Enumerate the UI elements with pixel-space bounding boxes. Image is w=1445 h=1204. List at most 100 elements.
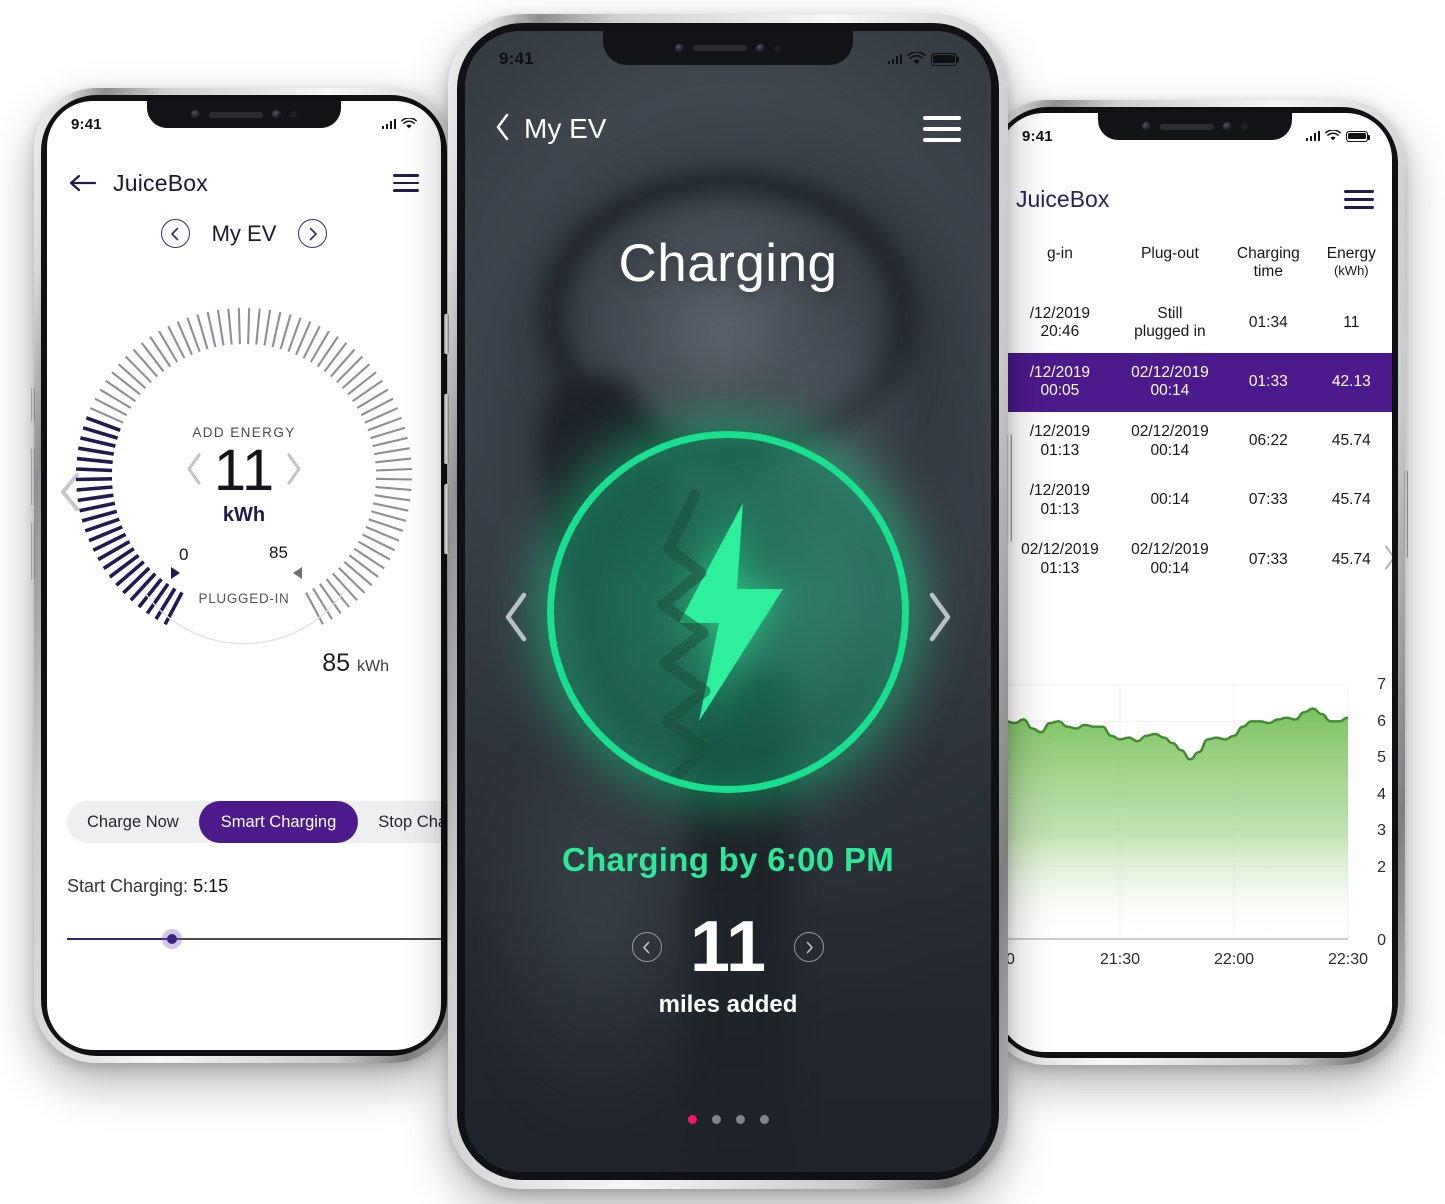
cell-plug-in: 02/12/2019 01:13 [1021,541,1099,577]
charging-circle[interactable] [547,431,909,793]
power-button[interactable] [1007,434,1012,542]
dial-max-marker: 85 [269,543,288,562]
status-bar: 9:41 [998,113,1392,159]
y-tick-label: 0 [1377,931,1386,949]
page-dot[interactable] [711,1115,721,1124]
cell-charging-time: 07:33 [1248,491,1288,509]
column-header-plug-in: g-in [1046,245,1073,262]
page-dot[interactable] [687,1115,697,1124]
battery-capacity: 85 kWh [322,649,389,678]
wifi-icon [907,52,926,65]
screenshot-stage: 9:41 JuiceBox My EV ADD ENERGY 11 kWh 0 … [0,0,1445,1204]
back-button[interactable]: My EV [495,113,606,146]
x-tick-label: 22:30 [1327,951,1369,968]
chevron-right-circle-icon[interactable] [794,932,825,962]
chart-plot-area [1004,673,1350,941]
arrow-left-icon[interactable] [69,172,99,194]
table-row[interactable]: /12/2019 20:46 Still plugged in 01:34 11 [998,294,1392,353]
smart-charging-option[interactable]: Smart Charging [198,801,359,843]
phone-center: 9:41 My EV Charging Charging by 6:00 PM … [444,14,1012,1189]
chevron-right-circle-icon[interactable] [298,219,328,248]
status-icons [887,52,960,66]
charging-status-indicator[interactable] [465,431,991,793]
start-charging-label: Start Charging: [67,876,189,896]
chart-x-axis: 0021:3022:0022:30 [998,951,1368,979]
table-row[interactable]: /12/2019 00:05 02/12/2019 00:14 01:33 42.1… [998,352,1392,412]
nav-title: My EV [524,113,607,144]
cell-plug-out: 02/12/2019 00:14 [1131,541,1209,577]
volume-down-button[interactable] [444,484,449,554]
chevron-right-icon[interactable] [1382,544,1392,575]
carousel-next-icon[interactable] [925,591,955,648]
charge-now-option[interactable]: Charge Now [67,801,199,843]
status-icons [1305,130,1371,142]
status-bar: 9:41 [47,101,441,147]
phone-left: 9:41 JuiceBox My EV ADD ENERGY 11 kWh 0 … [31,88,457,1063]
energy-dial[interactable]: ADD ENERGY 11 kWh 0 85 PLUGGED-IN [47,276,441,676]
dial-unit: kWh [222,504,266,526]
page-title: JuiceBox [1016,185,1110,212]
page-title: JuiceBox [113,169,208,196]
hamburger-menu-icon[interactable] [923,116,961,142]
battery-icon [1346,130,1371,142]
chart-y-axis: 7 6 5 4 3 2 0 [1356,673,1386,949]
cell-charging-time: 06:22 [1248,432,1288,450]
table-row[interactable]: /12/2019 01:13 00:14 07:33 45.74 [998,471,1392,530]
wifi-icon [401,118,417,129]
column-header-charging-time: Charging time [1236,245,1300,281]
cell-plug-out: 02/12/2019 00:14 [1131,422,1209,459]
chevron-left-icon [495,113,511,146]
cell-charging-time: 07:33 [1248,550,1288,568]
cell-charging-time: 01:34 [1248,313,1288,331]
hamburger-menu-icon[interactable] [393,174,419,192]
power-button[interactable] [1404,470,1408,558]
volume-up-button[interactable] [31,448,35,506]
status-time: 9:41 [71,115,102,133]
status-time: 9:41 [1022,127,1053,145]
charging-eta: Charging by 6:00 PM [561,841,895,878]
cell-plug-in: /12/2019 01:13 [1029,422,1091,459]
table-row[interactable]: 02/12/2019 01:13 02/12/2019 00:14 07:33 45… [998,530,1392,589]
cell-plug-out: Still plugged in [1134,304,1206,341]
ev-selector: My EV [47,219,441,248]
phone-right-screen: 9:41 JuiceBox g-in Plug-out Charging tim… [998,113,1392,1052]
cell-energy: 45.74 [1331,432,1371,450]
power-chart: 7654320 0021:3022:0022:30 [998,673,1392,1013]
right-nav-bar: JuiceBox [998,175,1392,223]
chevron-left-circle-icon[interactable] [160,219,190,248]
phone-right: 9:41 JuiceBox g-in Plug-out Charging tim… [985,100,1408,1065]
wifi-icon [1325,130,1341,141]
stop-charging-option[interactable]: Stop Chargi [358,801,441,843]
chevron-left-circle-icon[interactable] [631,932,662,962]
mute-switch[interactable] [444,314,449,354]
cell-plug-out: 00:14 [1150,491,1190,509]
page-dot[interactable] [759,1115,769,1124]
status-bar: 9:41 [465,31,991,87]
column-header-energy: Energy (kWh) [1315,245,1388,282]
cell-energy: 42.13 [1331,373,1371,391]
dial-decrement-icon[interactable] [184,452,204,491]
start-time-slider[interactable] [67,929,441,949]
miles-added-label: miles added [658,991,798,1018]
dial-min-marker: 0 [179,545,189,564]
volume-up-button[interactable] [444,394,449,464]
dial-increment-icon[interactable] [284,452,304,491]
slider-fill [67,938,172,940]
dial-value-row: 11 [184,442,304,500]
charger-cable-decoration [657,489,711,786]
carousel-prev-icon[interactable] [501,591,531,648]
dial-gauge[interactable]: ADD ENERGY 11 kWh 0 85 PLUGGED-IN [73,305,415,647]
slider-handle[interactable] [162,929,182,949]
charging-heading: Charging [618,234,838,293]
mute-switch[interactable] [31,388,35,422]
battery-capacity-unit: kWh [357,658,389,675]
y-tick-label: 3 [1377,822,1386,840]
page-dot[interactable] [735,1115,745,1124]
charging-mode-segmented-control[interactable]: Charge Now Smart Charging Stop Chargi [67,801,441,843]
x-tick-label: 21:30 [1099,951,1141,968]
table-row[interactable]: /12/2019 01:13 02/12/2019 00:14 06:22 45.7… [998,412,1392,471]
page-indicator-dots[interactable] [465,1115,991,1124]
miles-added-value: 11 [689,907,767,987]
volume-down-button[interactable] [31,522,35,580]
hamburger-menu-icon[interactable] [1344,189,1374,209]
